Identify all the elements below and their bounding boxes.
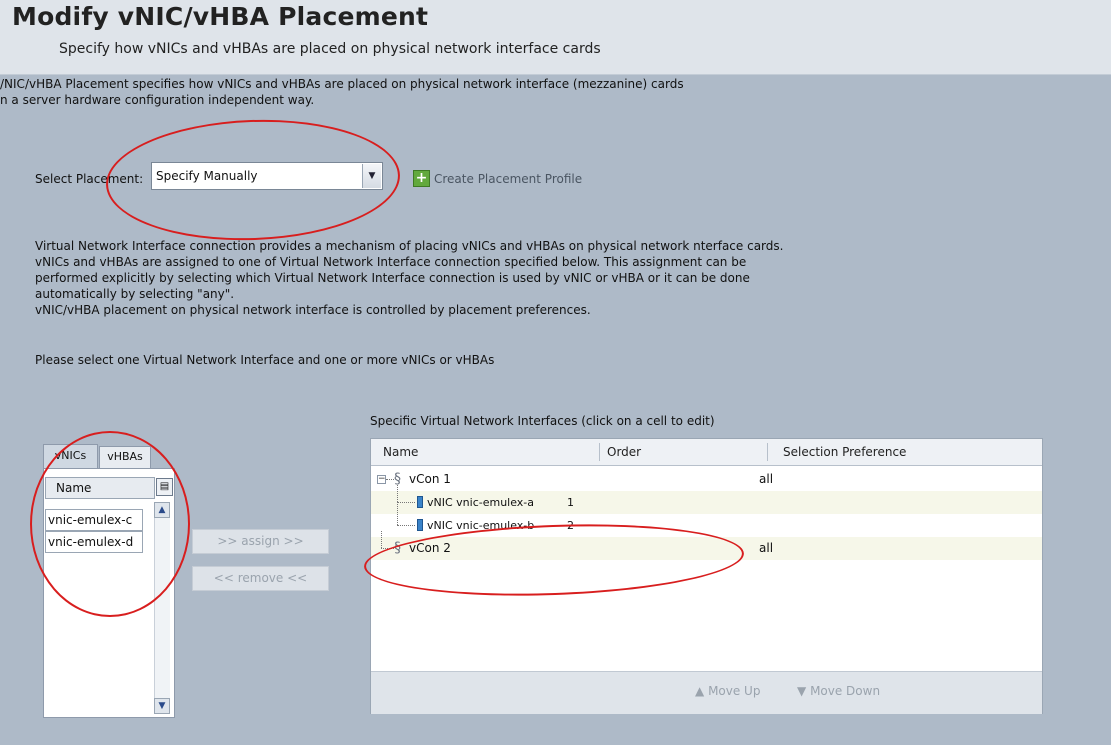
scroll-down-icon[interactable]: ▼ (154, 698, 170, 714)
row-name[interactable]: vNIC vnic-emulex-a (427, 491, 534, 514)
column-header-name[interactable]: Name (383, 439, 418, 465)
add-icon[interactable]: + (413, 170, 430, 187)
description-line-1: Virtual Network Interface connection pro… (35, 239, 784, 253)
assign-button[interactable]: >> assign >> (192, 529, 329, 554)
table-row[interactable]: vNIC vnic-emulex-a 1 (371, 485, 1042, 514)
row-preference[interactable]: all (759, 537, 773, 560)
tree-line (397, 502, 415, 503)
description-line-2: vNICs and vHBAs are assigned to one of V… (35, 255, 747, 269)
vnic-icon (417, 496, 423, 508)
vnic-table-caption: Specific Virtual Network Interfaces (cli… (370, 414, 715, 428)
annotation-ellipse-placement (103, 114, 403, 246)
column-header-order[interactable]: Order (607, 439, 641, 465)
row-order[interactable]: 1 (567, 491, 574, 514)
tree-line (397, 485, 398, 502)
arrow-down-icon: ▼ (797, 684, 807, 698)
tree-collapse-icon[interactable]: − (377, 475, 386, 484)
instruction-text: Please select one Virtual Network Interf… (35, 353, 495, 367)
move-down-label: Move Down (810, 684, 881, 698)
page-subtitle: Specify how vNICs and vHBAs are placed o… (59, 41, 601, 57)
description-text: Virtual Network Interface connection pro… (35, 238, 783, 318)
table-header: Name Order Selection Preference (371, 439, 1042, 466)
move-up-button[interactable]: ▲ Move Up (695, 684, 760, 698)
row-preference[interactable]: all (759, 468, 773, 491)
row-name[interactable]: vCon 1 (409, 468, 451, 491)
page-title: Modify vNIC/vHBA Placement (12, 2, 429, 31)
description-line-3: performed explicitly by selecting which … (35, 271, 750, 285)
tree-line (397, 525, 415, 526)
arrow-up-icon: ▲ (695, 684, 705, 698)
table-footer: ▲ Move Up ▼ Move Down (371, 671, 1042, 714)
tree-line (386, 479, 394, 480)
move-down-button[interactable]: ▼ Move Down (797, 684, 880, 698)
vnic-icon (417, 519, 423, 531)
remove-button[interactable]: << remove << (192, 566, 329, 591)
column-divider (599, 443, 600, 461)
description-line-4: automatically by selecting "any". (35, 287, 235, 301)
table-row[interactable]: − § vCon 1 all (371, 468, 1042, 491)
create-placement-profile-link[interactable]: Create Placement Profile (434, 171, 582, 187)
dialog-header: Modify vNIC/vHBA Placement Specify how v… (0, 0, 1111, 75)
intro-line-2: n a server hardware configuration indepe… (0, 93, 315, 107)
column-divider (767, 443, 768, 461)
column-header-selection-preference[interactable]: Selection Preference (783, 439, 906, 465)
annotation-ellipse-vnic-list (30, 431, 190, 617)
intro-text: /NIC/vHBA Placement specifies how vNICs … (0, 76, 684, 108)
intro-line-1: /NIC/vHBA Placement specifies how vNICs … (0, 77, 684, 91)
tree-line (397, 502, 398, 525)
move-up-label: Move Up (708, 684, 761, 698)
description-line-5: vNIC/vHBA placement on physical network … (35, 303, 591, 317)
tree-line (381, 531, 382, 548)
